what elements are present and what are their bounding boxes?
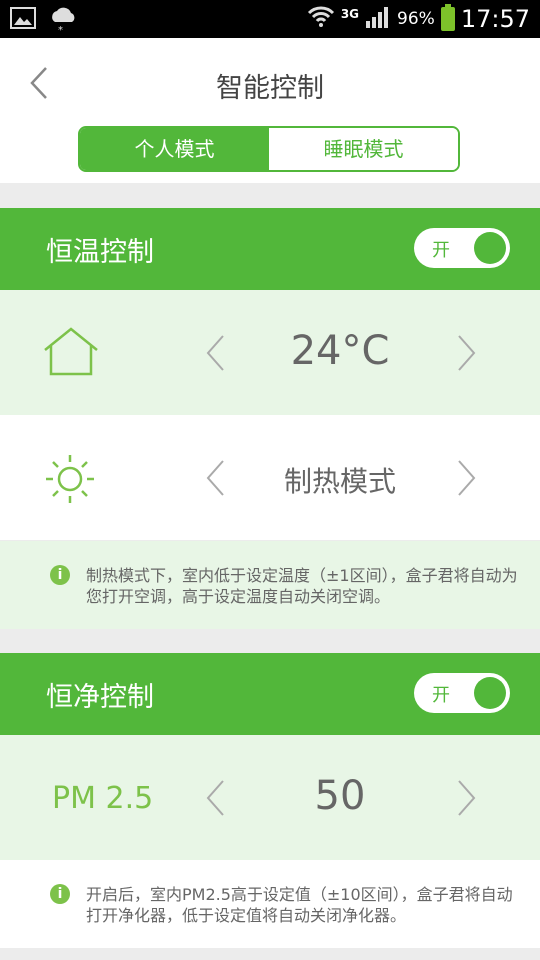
- purifier-toggle[interactable]: 开: [414, 673, 510, 713]
- status-left-icons: *: [10, 6, 78, 38]
- image-icon: [10, 6, 36, 38]
- thermostat-header: 恒温控制 开: [0, 208, 540, 290]
- thermostat-title: 恒温控制: [46, 237, 154, 268]
- pm25-decrease-button[interactable]: [204, 778, 226, 822]
- signal-icon: [365, 5, 391, 33]
- chevron-left-icon: [206, 780, 224, 816]
- toggle-knob: [474, 232, 506, 264]
- sun-icon: [44, 453, 96, 509]
- chevron-right-icon: [458, 780, 476, 816]
- tab-personal-mode[interactable]: 个人模式: [80, 128, 269, 170]
- temperature-increase-button[interactable]: [456, 333, 478, 377]
- info-icon: i: [50, 565, 70, 585]
- chevron-right-icon: [458, 335, 476, 371]
- purifier-header: 恒净控制 开: [0, 653, 540, 735]
- mode-tabs: 个人模式 睡眠模式: [78, 126, 460, 172]
- mode-row: 制热模式: [0, 415, 540, 540]
- battery-icon: [440, 4, 455, 31]
- thermostat-info: i 制热模式下，室内低于设定温度（±1区间），盒子君将自动为您打开空调，高于设定…: [0, 541, 540, 629]
- purifier-title: 恒净控制: [46, 682, 154, 713]
- toggle-label: 开: [432, 685, 450, 706]
- mode-next-button[interactable]: [456, 458, 478, 502]
- pm25-value: 50: [314, 773, 366, 819]
- purifier-info: i 开启后，室内PM2.5高于设定值（±10区间），盒子君将自动打开净化器，低于…: [0, 860, 540, 948]
- svg-text:*: *: [58, 25, 63, 34]
- temperature-row: 24°C: [0, 290, 540, 415]
- home-icon: [42, 326, 100, 382]
- chevron-right-icon: [458, 460, 476, 496]
- info-icon: i: [50, 884, 70, 904]
- weather-icon: *: [48, 6, 78, 38]
- chevron-left-icon: [206, 460, 224, 496]
- clock: 17:57: [460, 5, 530, 33]
- network-type: 3G: [340, 7, 360, 21]
- mode-value: 制热模式: [283, 465, 396, 498]
- thermostat-toggle[interactable]: 开: [414, 228, 510, 268]
- status-right-icons: 3G 96% 17:57: [307, 2, 530, 36]
- toggle-knob: [474, 677, 506, 709]
- tab-sleep-mode[interactable]: 睡眠模式: [269, 128, 458, 170]
- temperature-value: 24°C: [290, 328, 390, 374]
- battery-percent: 96%: [397, 9, 435, 29]
- status-bar: * 3G 96% 17:57: [0, 0, 540, 38]
- wifi-icon: [307, 4, 335, 34]
- pm25-label: PM 2.5: [52, 781, 154, 816]
- pm25-row: PM 2.5 50: [0, 735, 540, 860]
- temperature-decrease-button[interactable]: [204, 333, 226, 377]
- page-title: 智能控制: [216, 73, 324, 104]
- thermostat-info-text: 制热模式下，室内低于设定温度（±1区间），盒子君将自动为您打开空调，高于设定温度…: [86, 566, 518, 606]
- mode-previous-button[interactable]: [204, 458, 226, 502]
- chevron-left-icon: [206, 335, 224, 371]
- pm25-increase-button[interactable]: [456, 778, 478, 822]
- header: 智能控制 个人模式 睡眠模式: [0, 38, 540, 183]
- toggle-label: 开: [432, 240, 450, 261]
- purifier-info-text: 开启后，室内PM2.5高于设定值（±10区间），盒子君将自动打开净化器，低于设定…: [86, 885, 513, 925]
